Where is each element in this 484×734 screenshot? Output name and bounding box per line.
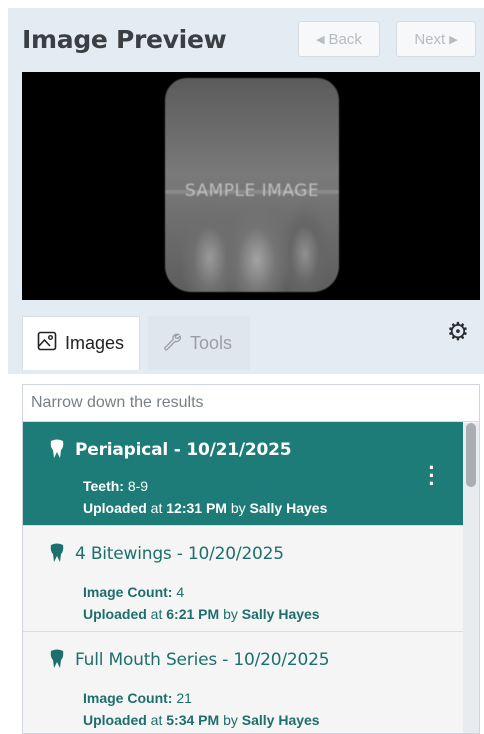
next-label: Next (414, 30, 446, 48)
image-icon (37, 331, 57, 356)
tab-tools-label: Tools (190, 332, 233, 353)
search-input[interactable] (23, 385, 479, 422)
page-title: Image Preview (22, 25, 227, 54)
item-uploaded: Uploaded at 6:21 PM by Sally Hayes (83, 606, 320, 622)
list-item[interactable]: 4 Bitewings - 10/20/2025 Image Count: 4 … (23, 526, 463, 632)
back-button[interactable]: ◀ Back (298, 21, 380, 57)
tooth-icon (49, 649, 65, 669)
watermark: SAMPLE IMAGE (184, 181, 320, 201)
tab-tools[interactable]: Tools (148, 316, 250, 370)
tooth-icon (49, 439, 65, 459)
item-uploaded: Uploaded at 5:34 PM by Sally Hayes (83, 712, 320, 728)
gear-icon[interactable]: ⚙ (444, 318, 472, 346)
next-button[interactable]: Next ▶ (396, 21, 476, 57)
scrollbar-thumb[interactable] (466, 423, 476, 487)
item-detail: Image Count: 4 (83, 584, 185, 600)
more-options-icon[interactable]: · · · (427, 457, 437, 495)
tab-images-label: Images (65, 333, 125, 353)
caret-left-icon: ◀ (316, 33, 325, 46)
wrench-icon (162, 331, 182, 356)
caret-right-icon: ▶ (449, 33, 458, 46)
item-title: 4 Bitewings - 10/20/2025 (75, 544, 284, 564)
tab-images[interactable]: Images (22, 316, 140, 370)
image-preview[interactable]: SAMPLE IMAGE (22, 72, 480, 300)
scrollbar[interactable] (463, 423, 479, 733)
list-item[interactable]: Periapical - 10/21/2025 Teeth: 8-9 Uploa… (23, 422, 463, 526)
back-label: Back (328, 30, 362, 48)
item-title: Full Mouth Series - 10/20/2025 (75, 650, 330, 670)
item-title: Periapical - 10/21/2025 (75, 440, 292, 460)
item-uploaded: Uploaded at 12:31 PM by Sally Hayes (83, 500, 328, 516)
image-list: Periapical - 10/21/2025 Teeth: 8-9 Uploa… (22, 384, 480, 734)
item-detail: Teeth: 8-9 (83, 478, 149, 494)
tooth-icon (49, 543, 65, 563)
list-item[interactable]: Full Mouth Series - 10/20/2025 Image Cou… (23, 632, 463, 733)
xray-image: SAMPLE IMAGE (165, 78, 339, 292)
item-detail: Image Count: 21 (83, 690, 192, 706)
